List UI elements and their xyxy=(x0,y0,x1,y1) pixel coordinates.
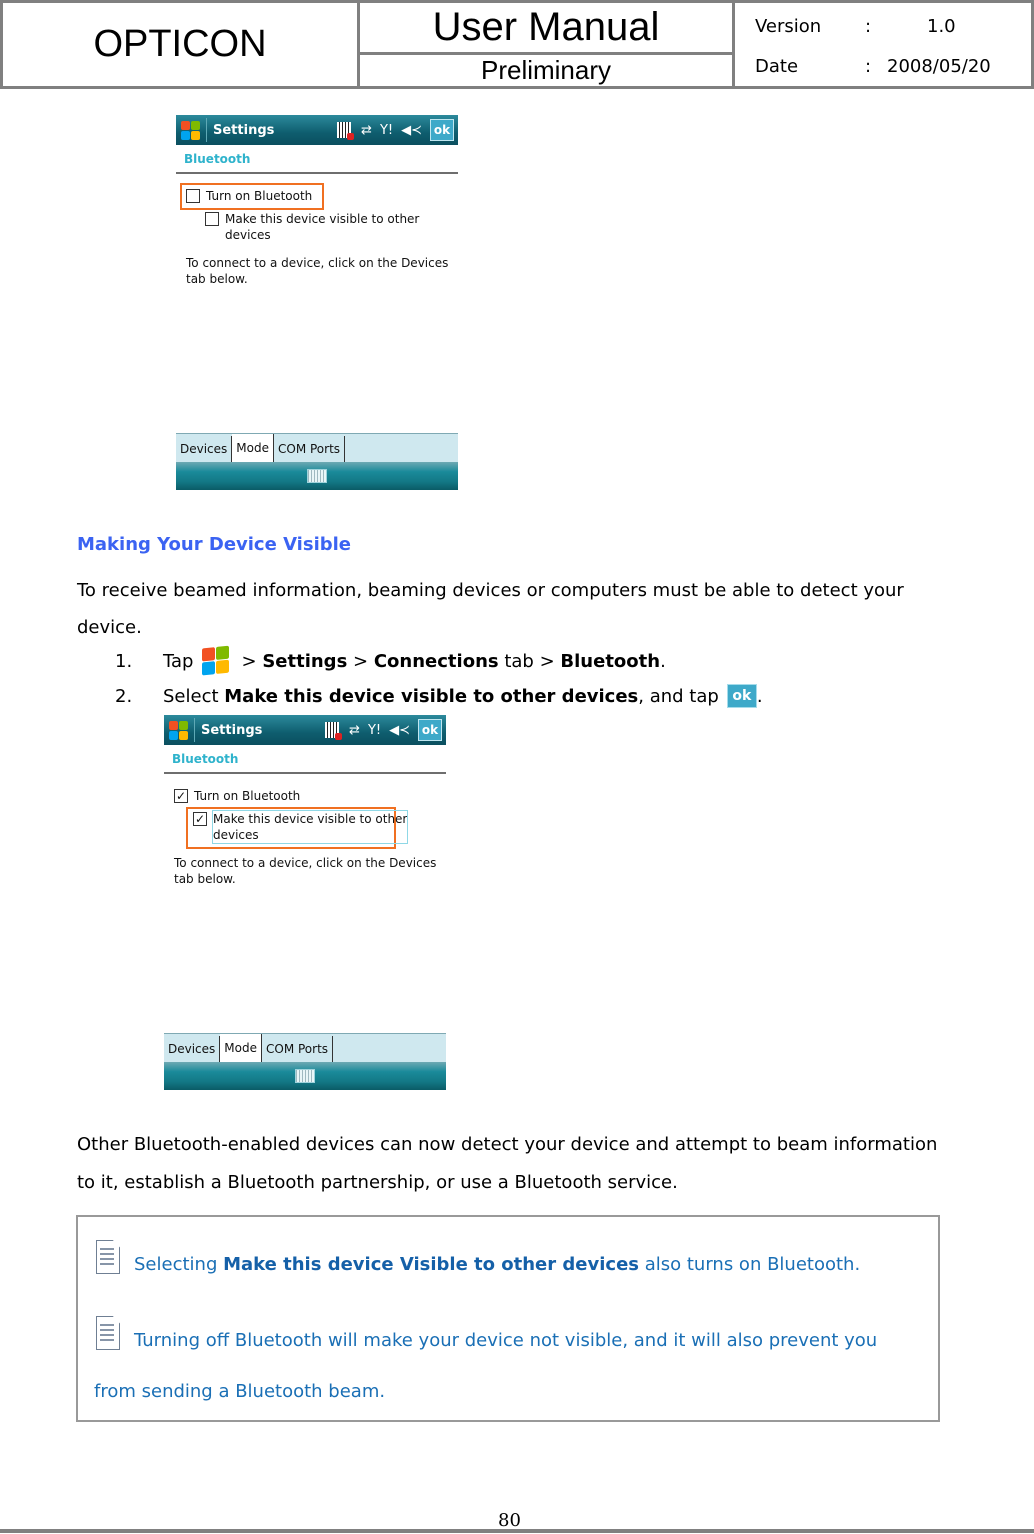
step-2: 2. Select Make this device visible to ot… xyxy=(115,684,763,708)
tab-com-ports[interactable]: COM Ports xyxy=(262,1036,334,1062)
outro-paragraph: Other Bluetooth-enabled devices can now … xyxy=(77,1134,938,1193)
make-visible-checkbox[interactable]: ✓ xyxy=(193,812,207,826)
ok-button-icon: ok xyxy=(726,684,757,708)
windows-start-icon xyxy=(201,644,231,677)
version-label: Version xyxy=(755,15,822,37)
turn-on-bluetooth-checkbox[interactable]: ✓ xyxy=(174,789,188,803)
title-bar: Settings ⇄ Y! ◀≺ ok xyxy=(176,115,458,145)
signal-icon: Y! xyxy=(379,122,394,138)
divider xyxy=(176,172,458,174)
tab-com-ports[interactable]: COM Ports xyxy=(274,436,346,462)
note-1: Selecting Make this device Visible to ot… xyxy=(94,1239,860,1275)
divider xyxy=(164,772,446,774)
menu-bar xyxy=(164,1062,446,1090)
page-title: Bluetooth xyxy=(172,752,239,766)
option-label: Turn on Bluetooth xyxy=(194,789,301,803)
app-title: Settings xyxy=(201,722,263,738)
note-icon xyxy=(94,1315,122,1351)
barcode-scanner-icon xyxy=(325,722,343,740)
doc-status: Preliminary xyxy=(360,55,735,86)
option-label: Make this device visible to other device… xyxy=(225,212,420,242)
step-1: 1. Tap > Settings > Connections tab > Bl… xyxy=(115,644,666,677)
note-2-continued: from sending a Bluetooth beam. xyxy=(94,1381,386,1402)
app-title: Settings xyxy=(213,122,275,138)
note-2: Turning off Bluetooth will make your dev… xyxy=(94,1315,877,1351)
make-visible-option[interactable]: ✓ Make this device visible to other devi… xyxy=(193,810,409,844)
connectivity-icon: ⇄ xyxy=(349,722,360,738)
page-title: Bluetooth xyxy=(184,152,251,166)
version-value: 1.0 xyxy=(927,15,956,37)
connectivity-icon: ⇄ xyxy=(361,122,372,138)
date-row: Date : 2008/05/20 xyxy=(755,51,1025,81)
tab-bar: Devices Mode COM Ports xyxy=(176,433,458,462)
doc-title: User Manual xyxy=(360,3,735,55)
tab-mode[interactable]: Mode xyxy=(220,1034,262,1062)
date-value: 2008/05/20 xyxy=(887,55,991,77)
windows-start-icon[interactable] xyxy=(166,718,190,742)
option-label: Make this device visible to other device… xyxy=(211,810,409,844)
menu-bar xyxy=(176,462,458,490)
footer-rule xyxy=(0,1529,1034,1533)
section-heading: Making Your Device Visible xyxy=(77,534,351,555)
intro-paragraph: To receive beamed information, beaming d… xyxy=(77,580,904,638)
date-label: Date xyxy=(755,55,799,77)
option-label: Turn on Bluetooth xyxy=(206,189,313,203)
barcode-scanner-icon xyxy=(337,122,355,140)
ok-button[interactable]: ok xyxy=(418,719,442,741)
tab-bar: Devices Mode COM Ports xyxy=(164,1033,446,1062)
notes-box: Selecting Make this device Visible to ot… xyxy=(76,1215,940,1422)
make-visible-option[interactable]: Make this device visible to other device… xyxy=(205,211,419,243)
signal-icon: Y! xyxy=(367,722,382,738)
bluetooth-settings-screenshot-1: Settings ⇄ Y! ◀≺ ok Bluetooth Turn on Bl… xyxy=(176,115,458,490)
document-header: OPTICON User Manual Preliminary Version … xyxy=(0,0,1034,89)
ok-button[interactable]: ok xyxy=(430,119,454,141)
brand-name: OPTICON xyxy=(3,3,360,86)
keyboard-icon[interactable] xyxy=(307,469,327,483)
turn-on-bluetooth-option[interactable]: ✓ Turn on Bluetooth xyxy=(174,788,300,804)
volume-icon: ◀≺ xyxy=(389,722,410,738)
doc-meta: Version : 1.0 Date : 2008/05/20 xyxy=(735,3,1031,86)
version-row: Version : 1.0 xyxy=(755,11,1025,41)
tab-devices[interactable]: Devices xyxy=(164,1036,221,1062)
note-icon xyxy=(94,1239,122,1275)
windows-start-icon[interactable] xyxy=(178,118,202,142)
turn-on-bluetooth-checkbox[interactable] xyxy=(186,189,200,203)
page-number: 80 xyxy=(498,1510,521,1531)
make-visible-checkbox[interactable] xyxy=(205,212,219,226)
hint-text: To connect to a device, click on the Dev… xyxy=(174,856,437,886)
bluetooth-settings-screenshot-2: Settings ⇄ Y! ◀≺ ok Bluetooth ✓ Turn on … xyxy=(164,715,446,1090)
turn-on-bluetooth-option[interactable]: Turn on Bluetooth xyxy=(186,188,312,204)
tab-mode[interactable]: Mode xyxy=(232,434,274,462)
tab-devices[interactable]: Devices xyxy=(176,436,233,462)
volume-icon: ◀≺ xyxy=(401,122,422,138)
keyboard-icon[interactable] xyxy=(295,1069,315,1083)
title-bar: Settings ⇄ Y! ◀≺ ok xyxy=(164,715,446,745)
hint-text: To connect to a device, click on the Dev… xyxy=(186,256,449,286)
